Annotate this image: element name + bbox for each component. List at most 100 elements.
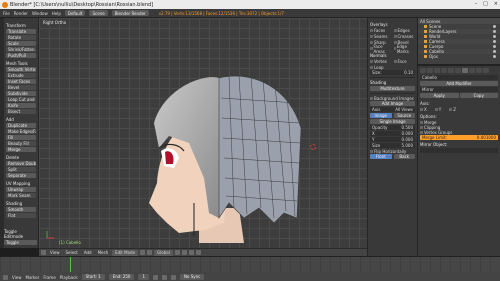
last-operator-header[interactable]: Toggle Editmode [4,229,37,239]
maximize-button[interactable]: □ [483,1,488,7]
bg-opacity-field[interactable]: Opacity 0.500 [370,125,415,130]
timeline-menu-marker[interactable]: Marker [26,275,40,280]
tool-button-subdivide[interactable]: Subdivide [6,91,36,96]
timeline-menu-playback[interactable]: Playback [60,275,78,280]
material-tab-icon[interactable] [476,68,482,73]
bg-back-button[interactable]: Back [393,154,415,159]
tool-button-extrude[interactable]: Extrude [6,73,36,78]
bg-x-field[interactable]: X 0.000 [370,131,415,136]
tool-button-shrink-fatten[interactable]: Shrink/Fatten [6,47,36,52]
merge-limit-field[interactable]: Merge Limit: 0.001000 [420,135,498,140]
tool-button-separate[interactable]: Separate [6,173,36,178]
tool-button-knife[interactable]: Knife [6,103,36,108]
menu-file[interactable]: File [3,11,10,16]
sync-selector[interactable]: No Sync [180,274,205,280]
character-head-model[interactable] [39,18,367,248]
overlays-header[interactable]: Overlays [370,22,415,27]
bg-source-tab[interactable]: Source [393,113,415,118]
tool-shelf-tabs[interactable] [0,18,4,248]
tool-group-header[interactable]: Transform [6,23,36,28]
editor-type-icon[interactable] [3,274,8,280]
scene-selector[interactable]: Scene [89,10,108,16]
bg-image-tab[interactable]: Image [370,113,392,118]
last-operator-field[interactable]: Toggle [4,240,37,245]
tool-button-beauty-fill[interactable]: Beauty Fill [6,141,36,146]
object-tab-icon[interactable] [448,68,454,73]
tool-button-merge[interactable]: Merge [6,147,36,152]
overlay-checkbox-faces[interactable]: Faces [370,28,392,33]
visibility-eye-icon[interactable] [493,50,496,53]
pivot-icon[interactable] [147,250,153,255]
scene-tab-icon[interactable] [434,68,440,73]
tool-button-fill[interactable]: Fill [6,135,36,140]
add-modifier-button[interactable]: Add Modifier [420,81,498,86]
layout-selector[interactable]: Default [64,10,86,16]
editor-type-icon[interactable] [41,250,46,255]
tool-button-unwrap[interactable]: Unwrap [6,187,36,192]
playhead[interactable] [70,257,71,272]
play-icon[interactable] [162,274,168,280]
overlay-checkbox-edges[interactable]: Edges [393,28,416,33]
timeline-ruler[interactable] [0,257,500,272]
render-engine-selector[interactable]: Blender Render [111,10,149,16]
tool-button-make-edges-faces[interactable]: Make Edges/Faces [6,129,36,134]
3d-cursor-icon[interactable] [310,144,316,150]
face-select-icon[interactable] [188,250,194,255]
tool-button-smooth[interactable]: Smooth [6,207,36,212]
tool-button-push-pull[interactable]: Push/Pull [6,53,36,58]
tool-button-loop-cut-and-slide[interactable]: Loop Cut and Slide [6,97,36,102]
normals-toggle-vertex[interactable]: Vertex [370,59,392,64]
modifier-apply-button[interactable]: Apply [420,93,459,98]
constraints-tab-icon[interactable] [455,68,461,73]
tool-button-remove-doubles[interactable]: Remove Doubles [6,161,36,166]
3d-viewport[interactable]: Right Ortho (1) Cabello [39,18,367,248]
tool-button-bisect[interactable]: Bisect [6,109,36,114]
bg-front-button[interactable]: Front [370,154,392,159]
overlay-checkbox-seams[interactable]: Seams [370,34,392,39]
menu-view[interactable]: View [48,250,62,255]
visibility-eye-icon[interactable] [493,40,496,43]
render-tab-icon[interactable] [420,68,426,73]
mode-selector[interactable]: Edit Mode [112,249,139,256]
vertex-select-icon[interactable] [174,250,180,255]
outliner-item-ojos[interactable]: Ojos [418,54,500,59]
menu-add[interactable]: Add [82,250,94,255]
visibility-eye-icon[interactable] [493,45,496,48]
tool-group-header[interactable]: Shading [6,201,36,206]
texture-tab-icon[interactable] [483,68,489,73]
menu-select[interactable]: Select [64,250,80,255]
tool-button-duplicate[interactable]: Duplicate [6,123,36,128]
tool-button-scale[interactable]: Scale [6,41,36,46]
snap-icon[interactable] [195,250,201,255]
overlay-checkbox-creases[interactable]: Creases [393,34,416,39]
add-image-button[interactable]: Add Image [370,101,415,106]
tool-button-mark-seam[interactable]: Mark Seam [6,193,36,198]
edge-select-icon[interactable] [181,250,187,255]
visibility-eye-icon[interactable] [493,55,496,58]
overlay-checkbox-edge-marks[interactable]: Edge Marks [393,44,416,54]
tool-button-split[interactable]: Split [6,167,36,172]
tool-group-header[interactable]: Delete [6,155,36,160]
outliner-display-selector[interactable]: All Scenes [420,19,441,24]
menu-mesh[interactable]: Mesh [96,250,111,255]
mirror-axis-x[interactable]: X [420,107,427,112]
mirror-object-field[interactable] [420,148,498,153]
modifier-name-field[interactable]: Mirror [420,87,498,92]
data-tab-icon[interactable] [469,68,475,73]
close-button[interactable]: × [494,1,498,7]
orientation-selector[interactable]: Global [154,249,173,256]
tool-button-bevel[interactable]: Bevel [6,85,36,90]
object-name-field[interactable]: Cabello [420,75,498,80]
tool-button-rotate[interactable]: Rotate [6,35,36,40]
bg-y-field[interactable]: Y 0.000 [370,137,415,142]
menu-help[interactable]: Help [52,11,61,16]
tool-group-header[interactable]: UV Mapping [6,181,36,186]
normals-toggle-face[interactable]: Face [393,59,416,64]
timeline-menu-frame[interactable]: Frame [43,275,55,280]
visibility-eye-icon[interactable] [493,25,496,28]
modifier-copy-button[interactable]: Copy [459,93,498,98]
menu-window[interactable]: Window [32,11,48,16]
minimize-button[interactable]: – [475,1,478,7]
start-frame-field[interactable]: Start: 1 [81,274,105,280]
tool-button-inset-faces[interactable]: Inset Faces [6,79,36,84]
